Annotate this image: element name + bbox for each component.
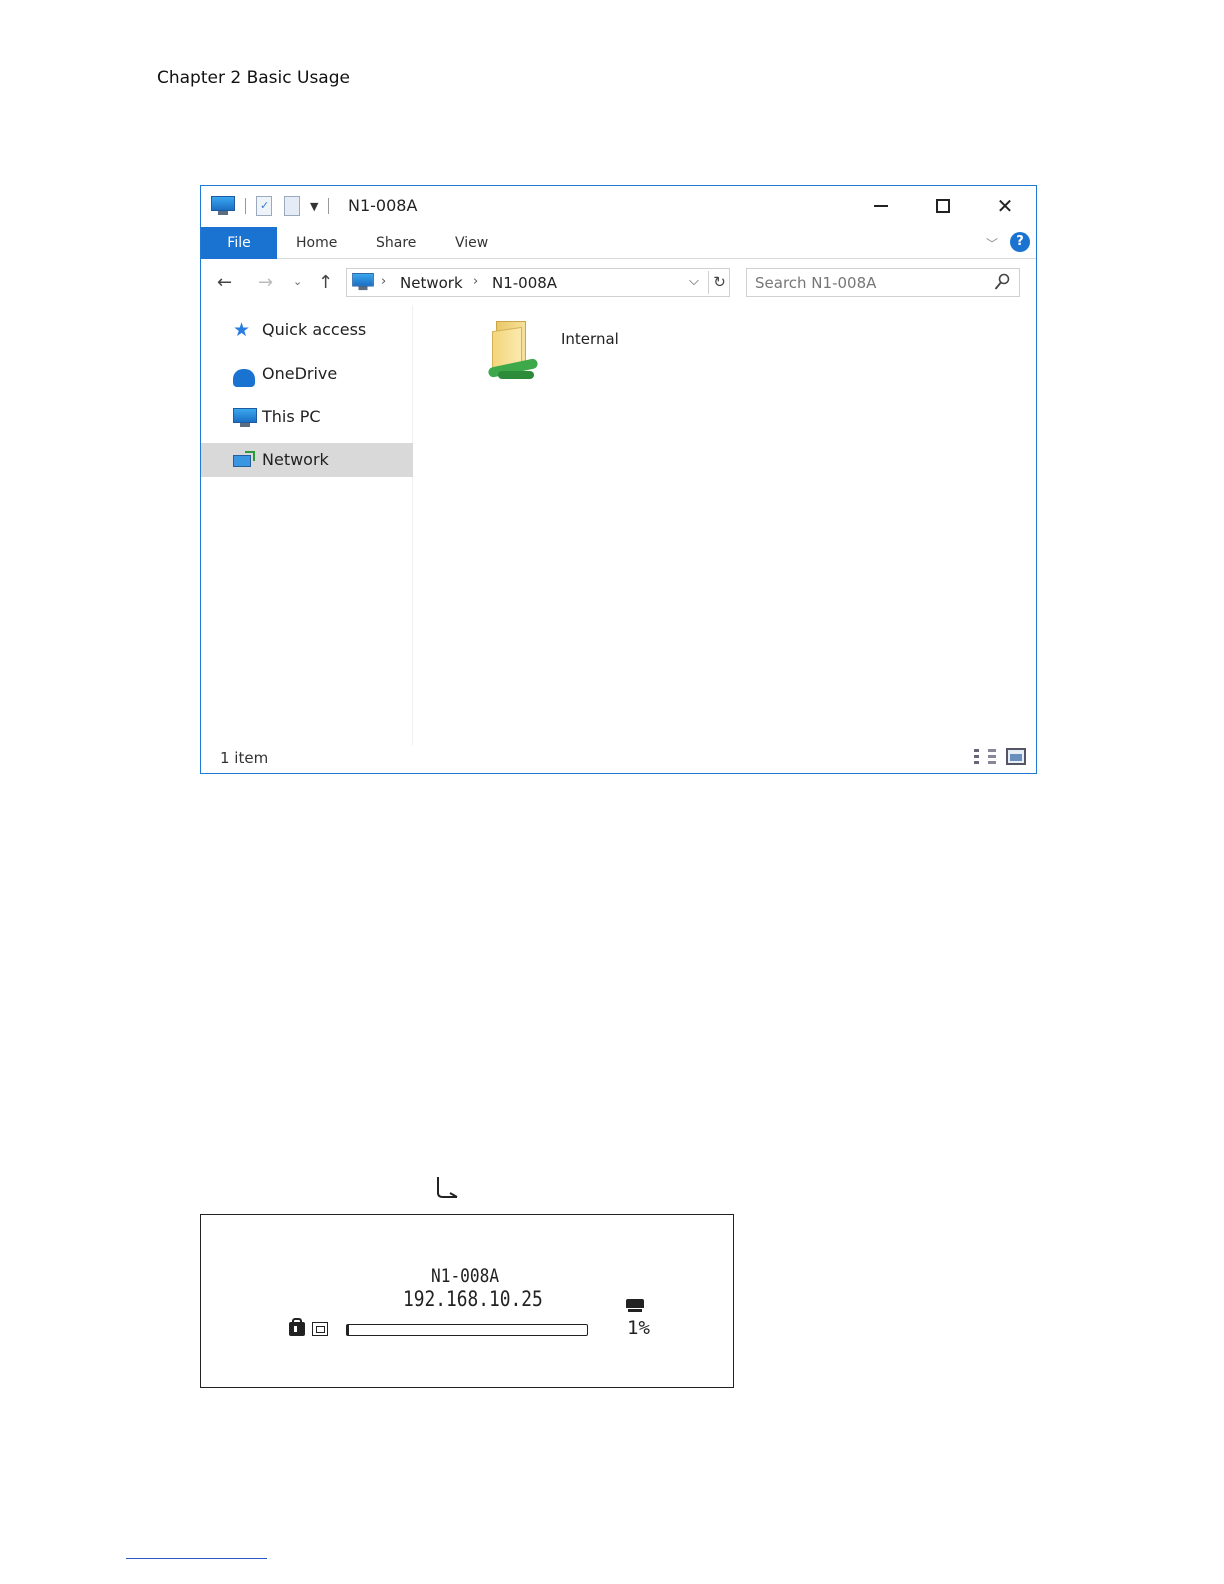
sidebar-item-quick-access[interactable]: ★ Quick access [201,313,413,347]
up-arrow-icon[interactable]: ↑ [318,272,333,293]
cloud-icon [233,369,255,387]
properties-icon[interactable] [256,196,272,216]
search-box[interactable] [746,268,1020,297]
ribbon-tabs: File Home Share View ﹀ ? [201,227,1036,259]
computer-icon [352,273,374,291]
search-icon[interactable] [994,273,1010,291]
usage-progress-bar [346,1324,588,1336]
folder-label: Internal [561,330,619,348]
address-row: ← → ⌄ ↑ › Network › N1-008A ⌵ ↻ [201,259,1036,305]
drive-icon [312,1322,328,1336]
usage-progress-fill [347,1325,350,1335]
customize-toolbar-dropdown-icon[interactable]: ▼ [310,200,318,213]
sidebar-item-network[interactable]: Network [201,443,413,477]
recent-locations-chevron-icon[interactable]: ⌄ [293,275,302,288]
star-icon: ★ [233,319,251,341]
window-title: N1-008A [348,196,418,215]
content-pane: Internal [414,305,1036,745]
breadcrumb-separator-icon[interactable]: › [473,274,478,289]
quick-access-toolbar: ▼ [211,196,339,216]
tab-file[interactable]: File [201,227,277,259]
expand-ribbon-chevron-icon[interactable]: ﹀ [986,235,998,252]
maximize-button[interactable] [912,186,974,226]
footer-link-underline [126,1558,267,1559]
address-dropdown-chevron-icon[interactable]: ⌵ [689,274,699,289]
details-view-icon[interactable] [974,748,996,766]
window-controls: ✕ [850,186,1036,226]
lcd-device-name: N1-008A [431,1265,500,1287]
breadcrumb-current[interactable]: N1-008A [492,274,557,292]
navigation-pane: ★ Quick access OneDrive This PC Network [201,305,413,745]
large-icons-view-icon[interactable] [1006,748,1026,765]
folder-item-internal[interactable]: Internal [487,319,648,389]
address-bar[interactable]: › Network › N1-008A ⌵ ↻ [346,268,730,297]
close-icon: ✕ [996,194,1014,218]
computer-icon[interactable] [211,196,235,216]
sidebar-item-label: This PC [262,407,321,426]
minimize-button[interactable] [850,186,912,226]
chapter-header: Chapter 2 Basic Usage [157,68,350,88]
disk-icon [626,1299,644,1313]
sidebar-item-this-pc[interactable]: This PC [201,400,413,434]
status-bar: 1 item [201,745,1036,773]
breadcrumb-separator-icon[interactable]: › [381,274,386,289]
computer-icon [233,408,257,427]
sidebar-item-label: Quick access [262,320,367,339]
help-icon[interactable]: ? [1010,232,1030,252]
lcd-usage-percent: 1% [627,1317,650,1339]
new-folder-icon[interactable] [284,196,300,216]
tab-view[interactable]: View [455,227,488,259]
breadcrumb-network[interactable]: Network [400,274,463,292]
tab-home[interactable]: Home [296,227,337,259]
search-input[interactable] [755,272,975,293]
sidebar-item-onedrive[interactable]: OneDrive [201,357,413,391]
forward-arrow-icon[interactable]: → [258,272,273,293]
back-arrow-icon[interactable]: ← [217,272,232,293]
return-arrow-icon [437,1177,458,1198]
file-explorer-window: ▼ N1-008A ✕ File Home Share View ﹀ ? ← →… [200,185,1037,774]
title-bar: ▼ N1-008A ✕ [201,186,1036,226]
maximize-icon [936,199,950,213]
sidebar-item-label: Network [262,450,329,469]
close-button[interactable]: ✕ [974,186,1036,226]
toolbar-separator [328,198,330,214]
lcd-ip-address: 192.168.10.25 [403,1287,543,1311]
refresh-icon[interactable]: ↻ [708,271,730,294]
lcd-panel: N1-008A 192.168.10.25 1% [200,1214,734,1388]
minimize-icon [874,205,888,207]
sidebar-item-label: OneDrive [262,364,338,383]
item-count: 1 item [220,749,269,767]
toolbar-separator [245,198,246,214]
tab-share[interactable]: Share [376,227,416,259]
network-folder-icon [487,319,540,383]
network-icon [233,451,255,469]
lock-icon [289,1318,305,1336]
